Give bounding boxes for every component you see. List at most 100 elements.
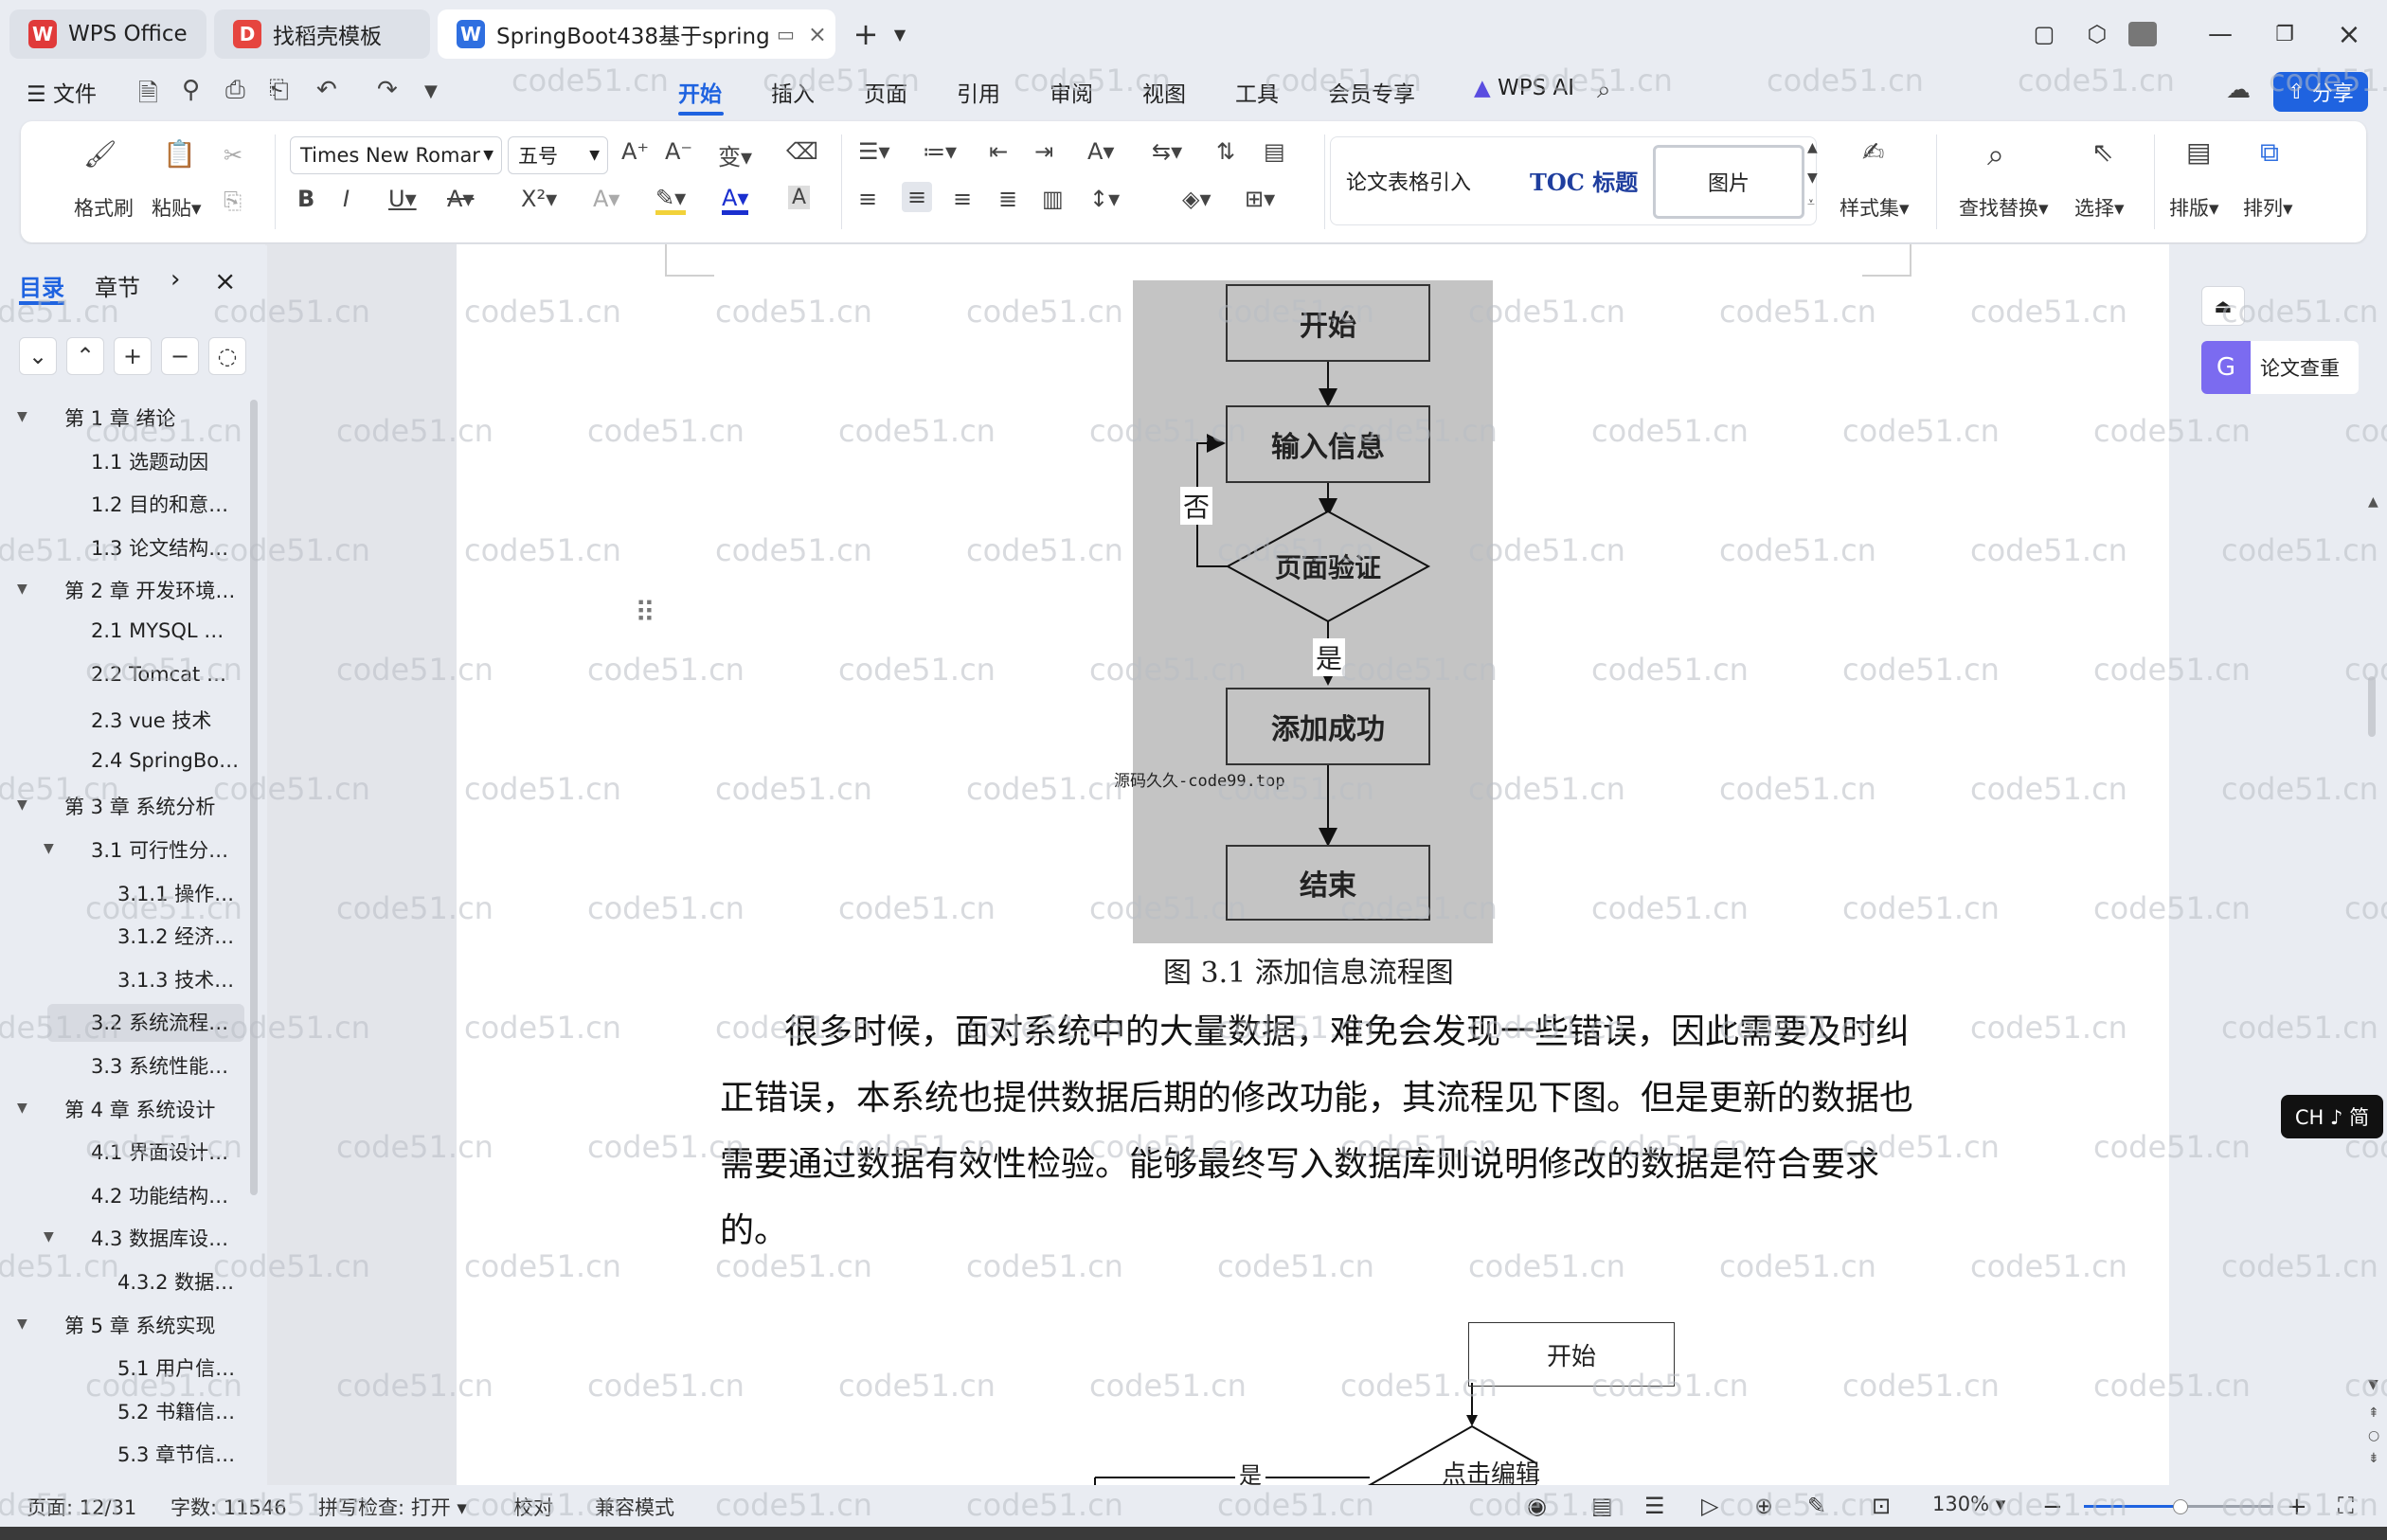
fit-page-icon[interactable]: ⊡ bbox=[1872, 1493, 1891, 1519]
toc-item[interactable]: 第 5 章 系统实现 bbox=[64, 1311, 215, 1339]
drag-handle-icon[interactable]: ⠿ bbox=[635, 597, 655, 630]
expand-toggle-icon[interactable]: ▼ bbox=[17, 582, 27, 597]
more-chevron-icon[interactable]: ▼ bbox=[424, 81, 438, 101]
expand-toggle-icon[interactable]: ▼ bbox=[17, 1316, 27, 1332]
increase-indent-icon[interactable]: ⇥ bbox=[1034, 138, 1053, 165]
print-icon[interactable]: ⎙ bbox=[225, 76, 245, 105]
menu-review[interactable]: 审阅 bbox=[1050, 76, 1093, 108]
outline-view-icon[interactable]: ☰ bbox=[1644, 1493, 1665, 1519]
italic-icon[interactable]: I bbox=[343, 186, 350, 212]
char-shading-icon[interactable]: A bbox=[788, 186, 811, 209]
restore-icon[interactable]: ❐ bbox=[2268, 17, 2302, 51]
bullet-list-icon[interactable]: ☰▾ bbox=[858, 138, 890, 165]
bold-icon[interactable]: B bbox=[297, 186, 314, 212]
new-tab-icon[interactable]: + bbox=[849, 16, 883, 52]
prev-page-icon[interactable]: ⇞ bbox=[2368, 1406, 2379, 1421]
text-effect-icon[interactable]: A▾ bbox=[593, 186, 619, 212]
show-marks-icon[interactable]: ▤ bbox=[1264, 138, 1285, 165]
collapse-all-button[interactable]: ⌄ bbox=[19, 337, 57, 375]
menu-references[interactable]: 引用 bbox=[957, 76, 1000, 108]
line-spacing-icon[interactable]: ↕▾ bbox=[1089, 186, 1120, 212]
layout-button[interactable]: 排版▾ bbox=[2169, 193, 2219, 222]
highlight-icon[interactable]: ✎▾ bbox=[655, 186, 687, 215]
zoom-in-icon[interactable]: + bbox=[2287, 1493, 2307, 1521]
close-window-icon[interactable]: × bbox=[2332, 17, 2366, 51]
zoom-out-icon[interactable]: − bbox=[2042, 1493, 2063, 1521]
play-icon[interactable]: ▷ bbox=[1701, 1493, 1718, 1519]
add-heading-button[interactable]: + bbox=[114, 337, 152, 375]
shrink-font-icon[interactable]: A⁻ bbox=[665, 138, 692, 165]
select-browse-icon[interactable]: ○ bbox=[2368, 1428, 2379, 1443]
web-view-icon[interactable]: ⊕ bbox=[1754, 1493, 1773, 1519]
tab-wps-office[interactable]: W WPS Office bbox=[9, 9, 206, 59]
style-picture[interactable]: 图片 bbox=[1653, 145, 1804, 219]
undo-icon[interactable]: ↶ bbox=[316, 76, 337, 104]
expand-toggle-icon[interactable]: ▼ bbox=[17, 409, 27, 424]
menu-home[interactable]: 开始 bbox=[678, 76, 722, 108]
tab-docer-templates[interactable]: D 找稻壳模板 bbox=[214, 9, 430, 59]
format-painter-button[interactable]: 格式刷 bbox=[74, 193, 134, 222]
toc-item[interactable]: 3.1 可行性分… bbox=[91, 835, 228, 864]
expand-toggle-icon[interactable]: ▼ bbox=[17, 797, 27, 813]
toc-item[interactable]: 第 1 章 绪论 bbox=[64, 403, 175, 432]
toc-item[interactable]: 1.2 目的和意… bbox=[91, 490, 228, 518]
numbered-list-icon[interactable]: ≔▾ bbox=[923, 138, 957, 165]
sort-icon[interactable]: ⇅ bbox=[1216, 138, 1235, 165]
toc-item[interactable]: 1.1 选题动因 bbox=[91, 447, 208, 475]
style-toc-heading[interactable]: TOC 标题 bbox=[1530, 164, 1638, 197]
toc-item[interactable]: 3.3 系统性能… bbox=[91, 1051, 228, 1080]
borders-icon[interactable]: ⊞▾ bbox=[1245, 186, 1275, 212]
fullscreen-icon[interactable]: ⛶ bbox=[2338, 1493, 2354, 1519]
toc-item[interactable]: 4.3.2 数据… bbox=[117, 1267, 234, 1296]
pen-icon[interactable]: ✎ bbox=[1807, 1493, 1826, 1519]
chevron-right-icon[interactable]: › bbox=[170, 265, 180, 294]
toc-item[interactable]: 1.3 论文结构… bbox=[91, 533, 228, 562]
distribute-icon[interactable]: ▥ bbox=[1042, 186, 1064, 212]
toc-settings-button[interactable]: ◌ bbox=[208, 337, 246, 375]
close-panel-icon[interactable]: × bbox=[214, 265, 236, 296]
toc-item[interactable]: 5.1 用户信… bbox=[117, 1353, 235, 1382]
menu-page[interactable]: 页面 bbox=[864, 76, 907, 108]
tab-toc[interactable]: 目录 bbox=[19, 269, 64, 302]
decrease-indent-icon[interactable]: ⇤ bbox=[989, 138, 1008, 165]
toc-item[interactable]: 4.3 数据库设… bbox=[91, 1224, 228, 1252]
style-thesis-table[interactable]: 论文表格引入 bbox=[1346, 166, 1488, 196]
toc-item[interactable]: 5.3 章节信… bbox=[117, 1440, 235, 1468]
font-color-icon[interactable]: A▾ bbox=[722, 186, 749, 215]
expand-toggle-icon[interactable]: ▼ bbox=[44, 841, 54, 856]
toc-item[interactable]: 2.2 Tomcat … bbox=[91, 663, 226, 686]
menu-tools[interactable]: 工具 bbox=[1235, 76, 1279, 108]
export-icon[interactable]: ⚲ bbox=[182, 76, 200, 104]
share-button[interactable]: ⇧ 分享 bbox=[2273, 72, 2368, 112]
toc-item[interactable]: 第 2 章 开发环境… bbox=[64, 576, 235, 604]
nav-scrollbar[interactable] bbox=[250, 400, 258, 1195]
toc-item[interactable]: 3.1.2 经济… bbox=[117, 922, 234, 950]
convert-icon[interactable]: ⇆▾ bbox=[1152, 138, 1182, 165]
select-button[interactable]: 选择▾ bbox=[2074, 193, 2125, 222]
gallery-down-icon[interactable]: ▼ bbox=[1807, 170, 1818, 186]
toc-item[interactable]: 3.1.1 操作… bbox=[117, 879, 234, 907]
clear-format-icon[interactable]: ⌫ bbox=[786, 138, 818, 165]
flowchart-add-info[interactable]: 开始 输入信息 页面验证 否 是 添加成功 源码久久-code99.top 结束 bbox=[1114, 280, 1493, 943]
file-menu[interactable]: ☰ 文件 bbox=[27, 76, 97, 108]
gallery-up-icon[interactable]: ▲ bbox=[1807, 140, 1818, 155]
arrange-button[interactable]: 排列▾ bbox=[2243, 193, 2293, 222]
cut-icon[interactable]: ✂ bbox=[224, 142, 242, 169]
menu-insert[interactable]: 插入 bbox=[771, 76, 815, 108]
align-center-icon[interactable]: ≡ bbox=[902, 182, 933, 212]
window-layout-icon[interactable]: ▢ bbox=[2027, 17, 2061, 51]
avatar[interactable] bbox=[2126, 17, 2160, 51]
toc-item[interactable]: 2.1 MYSQL … bbox=[91, 619, 224, 642]
print-preview-icon[interactable]: ⎗ bbox=[269, 76, 289, 105]
next-page-icon[interactable]: ⇟ bbox=[2368, 1451, 2379, 1466]
align-right-icon[interactable]: ≡ bbox=[953, 186, 972, 212]
toc-item[interactable]: 4.2 功能结构… bbox=[91, 1181, 228, 1209]
shading-icon[interactable]: ◈▾ bbox=[1182, 186, 1211, 212]
menu-member[interactable]: 会员专享 bbox=[1328, 76, 1415, 108]
expand-toggle-icon[interactable]: ▼ bbox=[44, 1229, 54, 1245]
plagiarism-check-button[interactable]: G 论文查重 bbox=[2201, 341, 2359, 394]
strikethrough-icon[interactable]: A▾ bbox=[447, 186, 474, 212]
style-set-button[interactable]: 样式集▾ bbox=[1840, 193, 1910, 222]
document-scrollbar[interactable] bbox=[2368, 676, 2376, 737]
toc-item[interactable]: 第 4 章 系统设计 bbox=[64, 1095, 215, 1123]
